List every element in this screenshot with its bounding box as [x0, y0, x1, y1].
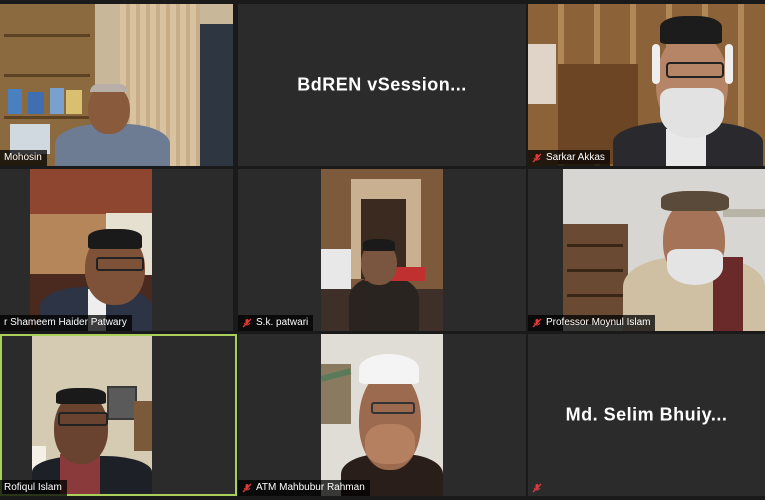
- participant-name-tag: Rofiqul Islam: [0, 480, 67, 496]
- participant-name: S.k. patwari: [256, 317, 309, 328]
- participant-name: Professor Moynul Islam: [546, 317, 651, 328]
- participant-name-tag: [528, 480, 547, 496]
- participant-video: [563, 169, 765, 331]
- microphone-muted-icon: [242, 483, 252, 493]
- participant-name-tag: ATM Mahbubur Rahman: [238, 480, 370, 496]
- participant-name: ATM Mahbubur Rahman: [256, 482, 365, 493]
- microphone-muted-icon: [532, 483, 542, 493]
- participant-video: [321, 334, 443, 496]
- participant-video: [0, 4, 233, 166]
- participant-name-large: BdREN vSession...: [297, 74, 467, 95]
- participant-name: Rofiqul Islam: [4, 482, 62, 493]
- participant-video: [30, 169, 152, 331]
- participant-tile-professor-moynul-islam[interactable]: Professor Moynul Islam: [528, 169, 765, 331]
- participant-tile-shameem-haider-patwary[interactable]: r Shameem Haider Patwary: [0, 169, 233, 331]
- microphone-muted-icon: [532, 153, 542, 163]
- participant-name-tag: Sarkar Akkas: [528, 150, 610, 166]
- participant-name-tag: S.k. patwari: [238, 315, 314, 331]
- participant-name-tag: Mohosin: [0, 150, 47, 166]
- participant-name-tag: Professor Moynul Islam: [528, 315, 656, 331]
- microphone-muted-icon: [532, 318, 542, 328]
- participant-name: r Shameem Haider Patwary: [4, 317, 127, 328]
- participant-tile-mohosin[interactable]: Mohosin: [0, 4, 233, 166]
- participant-tile-sarkar-akkas[interactable]: Sarkar Akkas: [528, 4, 765, 166]
- participant-name-tag: r Shameem Haider Patwary: [0, 315, 132, 331]
- participant-name-large: Md. Selim Bhuiy...: [565, 404, 728, 425]
- microphone-muted-icon: [242, 318, 252, 328]
- participant-tile-atm-mahbubur-rahman[interactable]: ATM Mahbubur Rahman: [238, 334, 526, 496]
- participant-tile-bdren-vsession[interactable]: BdREN vSession...: [238, 4, 526, 166]
- participant-video: [321, 169, 443, 331]
- participant-video: [528, 4, 765, 166]
- participant-video: [32, 336, 152, 494]
- participant-name: Mohosin: [4, 152, 42, 163]
- participant-name: Sarkar Akkas: [546, 152, 605, 163]
- video-grid: Mohosin BdREN vSession... Sarkar Akkas r…: [0, 0, 765, 500]
- participant-tile-sk-patwari[interactable]: S.k. patwari: [238, 169, 526, 331]
- participant-tile-rofiqul-islam[interactable]: Rofiqul Islam: [0, 334, 237, 496]
- participant-tile-md-selim-bhuiyan[interactable]: Md. Selim Bhuiy...: [528, 334, 765, 496]
